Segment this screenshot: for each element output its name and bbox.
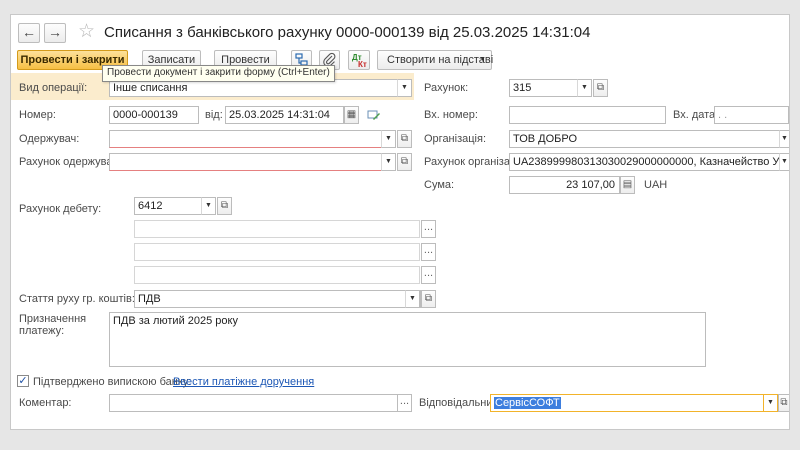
subconto-field-2[interactable] xyxy=(134,243,420,261)
debit-account-label: Рахунок дебету: xyxy=(19,203,102,215)
open-icon: ⧉ xyxy=(596,82,605,93)
debit-account-dropdown[interactable]: ▼ xyxy=(201,197,216,215)
number-edit-icon[interactable] xyxy=(367,108,381,122)
back-button[interactable]: ← xyxy=(18,23,40,43)
in-date-field[interactable]: . . xyxy=(714,106,789,124)
number-label: Номер: xyxy=(19,109,56,121)
chevron-down-icon: ▼ xyxy=(479,56,486,63)
cash-flow-item-field[interactable]: ПДВ xyxy=(134,290,421,308)
in-number-label: Вх. номер: xyxy=(424,109,478,121)
account-label: Рахунок: xyxy=(424,82,469,94)
in-date-label: Вх. дата: xyxy=(673,109,719,121)
debit-account-open-button[interactable]: ⧉ xyxy=(217,197,232,215)
open-icon: ⧉ xyxy=(780,397,788,408)
confirmed-label: Підтверджено випискою банку: xyxy=(33,376,192,388)
recipient-dropdown[interactable]: ▼ xyxy=(381,130,396,148)
svg-text:Кт: Кт xyxy=(358,60,367,69)
create-based-on-button[interactable]: Створити на підставі ▼ xyxy=(377,50,494,70)
dt-kt-icon: Дт Кт xyxy=(352,53,367,69)
organization-label: Організація: xyxy=(424,133,486,145)
subconto-select-button-2[interactable]: ... xyxy=(421,243,436,261)
org-account-field[interactable]: UA238999980313030029000000000, Казначейс… xyxy=(509,153,781,171)
forward-button[interactable]: → xyxy=(44,23,66,43)
number-field[interactable]: 0000-000139 xyxy=(109,106,199,124)
recipient-label: Одержувач: xyxy=(19,133,80,145)
subconto-field-3[interactable] xyxy=(134,266,420,284)
document-window: ← → ☆ Списання з банківського рахунку 00… xyxy=(10,14,790,430)
recipient-open-button[interactable]: ⧉ xyxy=(397,130,412,148)
recipient-field[interactable] xyxy=(109,130,395,148)
responsible-value: СервісСОФТ xyxy=(494,397,561,409)
purpose-label: Призначення платежу: xyxy=(19,313,87,337)
open-icon: ⧉ xyxy=(400,133,409,144)
tooltip: Провести документ і закрити форму (Ctrl+… xyxy=(102,65,335,82)
account-open-button[interactable]: ⧉ xyxy=(593,79,608,97)
purpose-textarea[interactable]: ПДВ за лютий 2025 року xyxy=(109,312,706,367)
subconto-field-1[interactable] xyxy=(134,220,420,238)
enter-payment-order-link[interactable]: Ввести платіжне доручення xyxy=(173,375,314,389)
date-field[interactable]: 25.03.2025 14:31:04 xyxy=(225,106,344,124)
responsible-open-button[interactable]: ⧉ xyxy=(778,394,789,412)
open-icon: ⧉ xyxy=(400,156,409,167)
cash-flow-item-dropdown[interactable]: ▼ xyxy=(405,290,420,308)
favorite-star-icon[interactable]: ☆ xyxy=(78,22,95,42)
date-label: від: xyxy=(205,109,223,121)
operation-type-label: Вид операції: xyxy=(19,82,88,94)
calculator-button[interactable]: ▤ xyxy=(620,176,635,194)
comment-select-button[interactable]: ... xyxy=(397,394,412,412)
cash-flow-item-open-button[interactable]: ⧉ xyxy=(421,290,436,308)
currency-label: UAH xyxy=(644,179,668,191)
comment-label: Коментар: xyxy=(19,397,72,409)
organization-field[interactable]: ТОВ ДОБРО xyxy=(509,130,781,148)
calendar-icon: ▦ xyxy=(346,109,357,120)
responsible-field[interactable]: СервісСОФТ xyxy=(490,394,772,412)
comment-field[interactable] xyxy=(109,394,398,412)
in-number-field[interactable] xyxy=(509,106,666,124)
recipient-account-dropdown[interactable]: ▼ xyxy=(381,153,396,171)
posting-results-button[interactable]: Дт Кт xyxy=(348,50,370,70)
amount-field[interactable]: 23 107,00 xyxy=(509,176,620,194)
recipient-account-field[interactable] xyxy=(109,153,395,171)
recipient-account-open-button[interactable]: ⧉ xyxy=(397,153,412,171)
create-based-on-label: Створити на підставі xyxy=(387,54,494,66)
calculator-icon: ▤ xyxy=(622,179,633,190)
confirmed-checkbox[interactable]: ✓ xyxy=(17,375,29,387)
open-icon: ⧉ xyxy=(220,200,229,211)
calendar-button[interactable]: ▦ xyxy=(344,106,359,124)
account-dropdown[interactable]: ▼ xyxy=(577,79,592,97)
subconto-select-button-3[interactable]: ... xyxy=(421,266,436,284)
arrow-left-icon: ← xyxy=(22,24,36,40)
open-icon: ⧉ xyxy=(424,293,433,304)
page-title: Списання з банківського рахунку 0000-000… xyxy=(104,24,591,41)
cash-flow-item-label: Стаття руху гр. коштів: xyxy=(19,293,135,305)
responsible-dropdown[interactable]: ▼ xyxy=(763,394,778,412)
org-account-dropdown[interactable]: ▼ xyxy=(779,153,789,171)
organization-dropdown[interactable]: ▼ xyxy=(779,130,789,148)
arrow-right-icon: → xyxy=(48,24,62,40)
operation-type-dropdown[interactable]: ▼ xyxy=(397,79,412,97)
amount-label: Сума: xyxy=(424,179,455,191)
subconto-select-button-1[interactable]: ... xyxy=(421,220,436,238)
